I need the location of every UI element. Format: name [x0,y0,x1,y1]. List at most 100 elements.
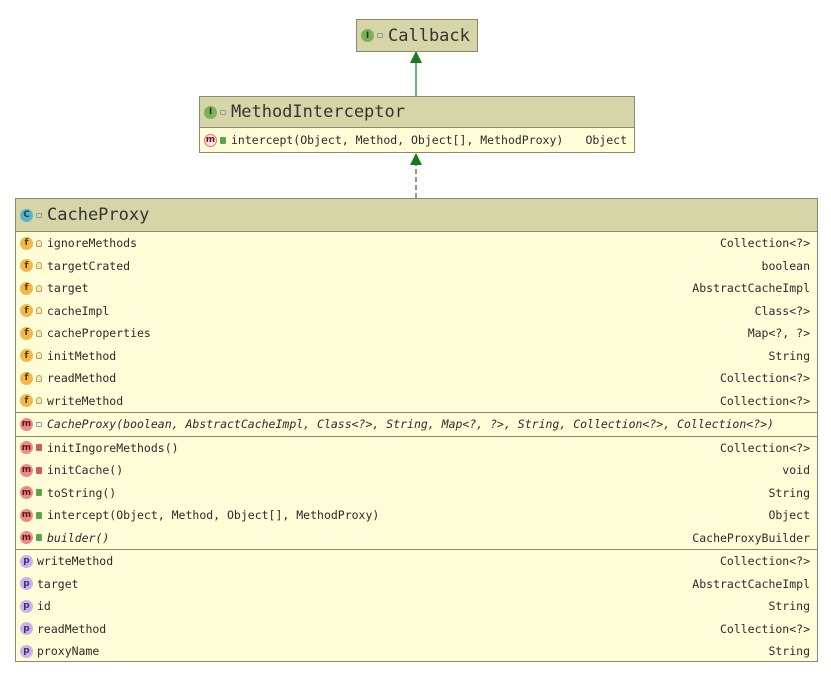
method-row[interactable]: m builder() CacheProxyBuilder [16,527,817,550]
field-icon: f [20,236,33,250]
method-name: initCache() [47,463,124,478]
field-row[interactable]: f writeMethod Collection<?> [16,390,817,413]
methods-section: m initIngoreMethods() Collection<?> m in… [16,435,817,550]
field-name: targetCrated [47,258,131,273]
private-visibility-icon [36,374,42,382]
field-type: Class<?> [754,303,810,318]
extends-arrowhead [410,51,422,63]
method-name: intercept(Object, Method, Object[], Meth… [47,508,380,523]
property-name: target [37,576,79,591]
private-visibility-icon [36,262,42,270]
method-name: initIngoreMethods() [47,440,179,455]
constructor-section: m CacheProxy(boolean, AbstractCacheImpl,… [16,412,817,436]
method-return-type: void [782,463,810,478]
methodinterceptor-interface-box[interactable]: I MethodInterceptor m intercept(Object, … [199,96,635,153]
method-return-type: CacheProxyBuilder [692,530,810,545]
method-return-type: Object [585,133,627,147]
methodinterceptor-title: MethodInterceptor [231,102,405,122]
field-row[interactable]: f initMethod String [16,345,817,368]
package-visibility-icon [377,33,383,38]
method-return-type: String [768,485,810,500]
callback-header: I Callback [357,20,477,51]
field-type: Map<?, ?> [747,326,810,341]
method-name: builder() [47,530,110,545]
field-icon: f [20,371,33,385]
package-visibility-icon [36,421,42,427]
fields-section: f ignoreMethods Collection<?> f targetCr… [16,232,817,412]
property-row[interactable]: p id String [16,595,817,618]
cacheproxy-class-box[interactable]: C CacheProxy f ignoreMethods Collection<… [15,198,818,662]
package-visibility-icon [36,212,42,218]
interface-icon: I [204,105,217,119]
method-row[interactable]: m initIngoreMethods() Collection<?> [16,437,817,460]
field-row[interactable]: f target AbstractCacheImpl [16,277,817,300]
field-type: Collection<?> [719,236,810,251]
field-icon: f [20,304,33,318]
interface-method-row[interactable]: m intercept(Object, Method, Object[], Me… [200,128,634,152]
property-name: proxyName [37,644,100,659]
field-type: String [768,348,810,363]
field-row[interactable]: f ignoreMethods Collection<?> [16,232,817,255]
constructor-row[interactable]: m CacheProxy(boolean, AbstractCacheImpl,… [16,413,817,436]
property-type: AbstractCacheImpl [692,576,810,591]
field-row[interactable]: f readMethod Collection<?> [16,367,817,390]
class-icon: C [20,208,33,222]
method-row[interactable]: m toString() String [16,482,817,505]
private-visibility-icon [36,284,42,292]
private-visibility-icon [36,239,42,247]
public-visibility-icon [36,534,42,542]
field-row[interactable]: f cacheProperties Map<?, ?> [16,322,817,345]
public-visibility-icon [36,489,42,497]
method-icon: m [20,441,33,455]
method-icon: m [20,486,33,500]
method-return-type: Object [768,508,810,523]
private-visibility-icon [36,466,42,474]
field-row[interactable]: f targetCrated boolean [16,255,817,278]
field-icon: f [20,259,33,273]
field-name: initMethod [47,348,117,363]
method-row[interactable]: m intercept(Object, Method, Object[], Me… [16,504,817,527]
field-type: Collection<?> [719,393,810,408]
field-icon: f [20,394,33,408]
property-row[interactable]: p writeMethod Collection<?> [16,550,817,573]
field-type: AbstractCacheImpl [692,281,810,296]
private-visibility-icon [36,397,42,405]
property-row[interactable]: p readMethod Collection<?> [16,618,817,641]
callback-interface-box[interactable]: I Callback [356,19,478,52]
method-signature: intercept(Object, Method, Object[], Meth… [231,133,564,147]
properties-section: p writeMethod Collection<?> p target Abs… [16,549,817,663]
property-icon: p [20,622,33,636]
interface-icon: I [361,29,374,42]
property-name: readMethod [37,621,107,636]
method-icon: m [20,463,33,477]
property-icon: p [20,554,33,568]
private-visibility-icon [36,329,42,337]
field-name: ignoreMethods [47,236,138,251]
method-name: toString() [47,485,117,500]
field-name: cacheProperties [47,326,151,341]
constructor-icon: m [20,417,33,431]
field-icon: f [20,349,33,363]
methodinterceptor-header: I MethodInterceptor [200,97,634,128]
field-type: Collection<?> [719,371,810,386]
private-visibility-icon [36,307,42,315]
implements-arrowhead [410,153,422,165]
method-return-type: Collection<?> [719,440,810,455]
property-type: Collection<?> [719,621,810,636]
cacheproxy-title: CacheProxy [47,205,150,225]
property-icon: p [20,577,33,591]
field-name: readMethod [47,371,117,386]
package-visibility-icon [220,109,226,115]
property-type: Collection<?> [719,554,810,569]
field-icon: f [20,326,33,340]
method-row[interactable]: m initCache() void [16,459,817,482]
property-row[interactable]: p target AbstractCacheImpl [16,573,817,596]
public-visibility-icon [36,511,42,519]
private-visibility-icon [36,352,42,360]
field-name: target [47,281,89,296]
field-row[interactable]: f cacheImpl Class<?> [16,300,817,323]
property-row[interactable]: p proxyName String [16,640,817,663]
method-icon: m [20,508,33,522]
constructor-signature: CacheProxy(boolean, AbstractCacheImpl, C… [47,417,774,432]
property-type: String [768,644,810,659]
